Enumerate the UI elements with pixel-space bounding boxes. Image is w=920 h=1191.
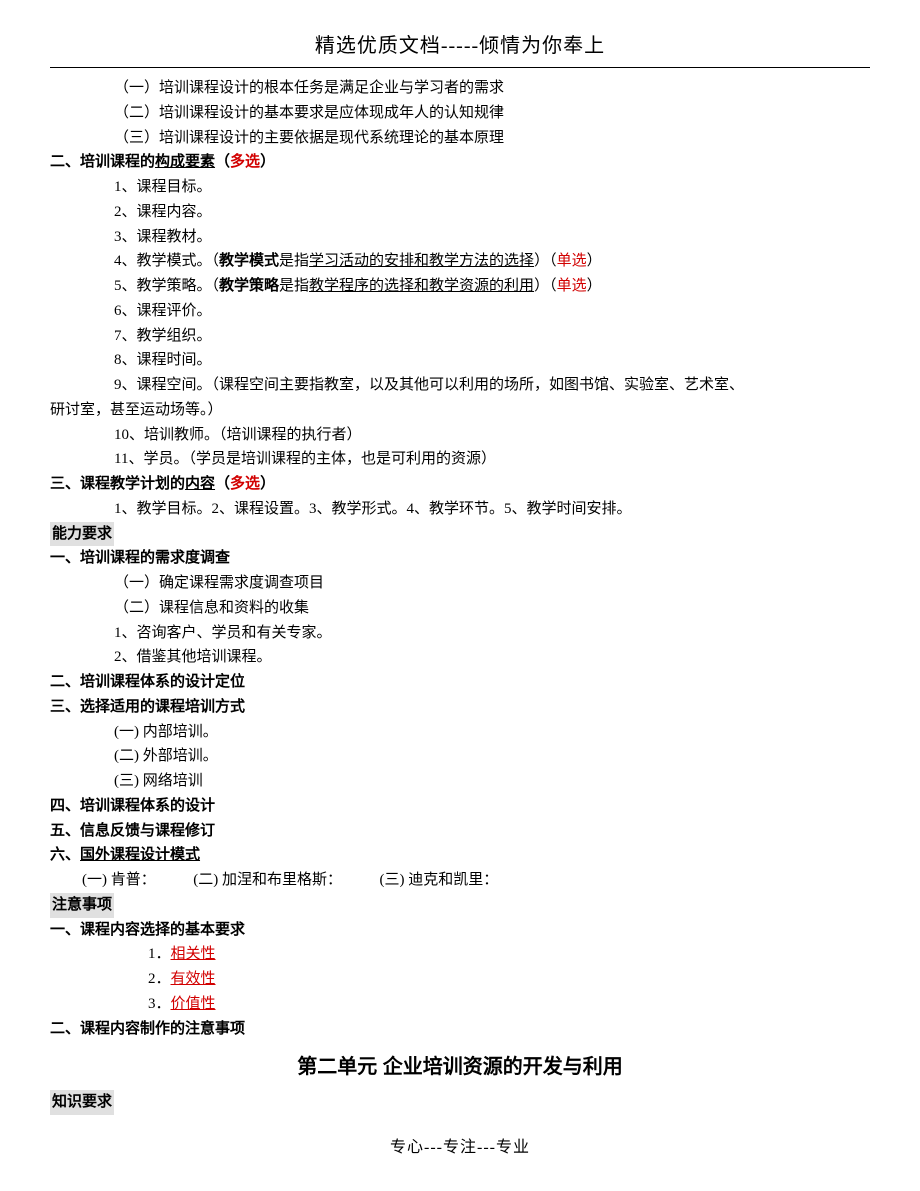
tag-single: 单选 bbox=[557, 278, 587, 294]
text-red: 有效性 bbox=[171, 971, 216, 987]
text: 六、 bbox=[50, 847, 80, 863]
text: 二、培训课程的 bbox=[50, 154, 155, 170]
text: （ bbox=[215, 476, 230, 492]
para-1-3: （三）培训课程设计的主要依据是现代系统理论的基本原理 bbox=[50, 126, 870, 151]
ability-3-3: (三) 网络培训 bbox=[50, 769, 870, 794]
para-1-1: （一）培训课程设计的根本任务是满足企业与学习者的需求 bbox=[50, 76, 870, 101]
heading-ability: 能力要求 bbox=[50, 522, 870, 547]
ability-6: 六、国外课程设计模式 bbox=[50, 843, 870, 868]
text: ） bbox=[587, 278, 602, 294]
text: 2． bbox=[148, 971, 171, 987]
text-underline: 教学程序的选择和教学资源的利用 bbox=[309, 278, 534, 294]
ability-6-list: (一) 肯普： (二) 加涅和布里格斯： (三) 迪克和凯里： bbox=[50, 868, 870, 893]
text-underline: 构成要素 bbox=[155, 154, 215, 170]
ability-1: 一、培训课程的需求度调查 bbox=[50, 546, 870, 571]
item-2-1: 1、课程目标。 bbox=[50, 175, 870, 200]
item-2-9a: 9、课程空间。（课程空间主要指教室，以及其他可以利用的场所，如图书馆、实验室、艺… bbox=[50, 373, 870, 398]
text: 是指 bbox=[279, 278, 309, 294]
heading-knowledge: 知识要求 bbox=[50, 1090, 870, 1115]
text: （ bbox=[215, 154, 230, 170]
item-2-4: 4、教学模式。（教学模式是指学习活动的安排和教学方法的选择）（单选） bbox=[50, 249, 870, 274]
text-bold: 教学模式 bbox=[219, 253, 279, 269]
text: 4、教学模式。（ bbox=[114, 253, 219, 269]
notice-1-2: 2．有效性 bbox=[50, 967, 870, 992]
heading-section-2: 二、培训课程的构成要素（多选） bbox=[50, 150, 870, 175]
text-red: 相关性 bbox=[171, 946, 216, 962]
ability-1-1: （一）确定课程需求度调查项目 bbox=[50, 571, 870, 596]
text-highlight: 注意事项 bbox=[50, 893, 114, 918]
ability-1-2: （二）课程信息和资料的收集 bbox=[50, 596, 870, 621]
text-bold: 教学策略 bbox=[219, 278, 279, 294]
text: 3． bbox=[148, 996, 171, 1012]
document-header: 精选优质文档-----倾情为你奉上 bbox=[50, 30, 870, 68]
text-highlight: 能力要求 bbox=[50, 522, 114, 547]
ability-3-1: (一) 内部培训。 bbox=[50, 720, 870, 745]
text: 是指 bbox=[279, 253, 309, 269]
para-1-2: （二）培训课程设计的基本要求是应体现成年人的认知规律 bbox=[50, 101, 870, 126]
notice-1-3: 3．价值性 bbox=[50, 992, 870, 1017]
text: ）（ bbox=[534, 253, 557, 269]
item-2-10: 10、培训教师。（培训课程的执行者） bbox=[50, 423, 870, 448]
item-2-3: 3、课程教材。 bbox=[50, 225, 870, 250]
ability-2: 二、培训课程体系的设计定位 bbox=[50, 670, 870, 695]
item-2-5: 5、教学策略。（教学策略是指教学程序的选择和教学资源的利用）（单选） bbox=[50, 274, 870, 299]
text-underline: 国外课程设计模式 bbox=[80, 847, 200, 863]
heading-notice: 注意事项 bbox=[50, 893, 870, 918]
text: 三、课程教学计划的 bbox=[50, 476, 185, 492]
document-footer: 专心---专注---专业 bbox=[50, 1115, 870, 1161]
text-highlight: 知识要求 bbox=[50, 1090, 114, 1115]
item-2-2: 2、课程内容。 bbox=[50, 200, 870, 225]
text-underline: 学习活动的安排和教学方法的选择 bbox=[309, 253, 534, 269]
ability-1-3: 1、咨询客户、学员和有关专家。 bbox=[50, 621, 870, 646]
item-2-9b: 研讨室，甚至运动场等。） bbox=[50, 398, 870, 423]
item-2-11: 11、学员。（学员是培训课程的主体，也是可利用的资源） bbox=[50, 447, 870, 472]
ability-3: 三、选择适用的课程培训方式 bbox=[50, 695, 870, 720]
heading-section-3: 三、课程教学计划的内容（多选） bbox=[50, 472, 870, 497]
tag-single: 单选 bbox=[557, 253, 587, 269]
text: ） bbox=[587, 253, 602, 269]
text-underline: 内容 bbox=[185, 476, 215, 492]
ability-4: 四、培训课程体系的设计 bbox=[50, 794, 870, 819]
item-2-6: 6、课程评价。 bbox=[50, 299, 870, 324]
ability-1-4: 2、借鉴其他培训课程。 bbox=[50, 645, 870, 670]
text: ） bbox=[260, 154, 275, 170]
item-2-8: 8、课程时间。 bbox=[50, 348, 870, 373]
item-2-7: 7、教学组织。 bbox=[50, 324, 870, 349]
unit-2-title: 第二单元 企业培训资源的开发与利用 bbox=[50, 1051, 870, 1084]
item-3-list: 1、教学目标。2、课程设置。3、教学形式。4、教学环节。5、教学时间安排。 bbox=[50, 497, 870, 522]
ability-5: 五、信息反馈与课程修订 bbox=[50, 819, 870, 844]
text: ） bbox=[260, 476, 275, 492]
text-red: 价值性 bbox=[171, 996, 216, 1012]
notice-2: 二、课程内容制作的注意事项 bbox=[50, 1017, 870, 1042]
notice-1-1: 1．相关性 bbox=[50, 942, 870, 967]
notice-1: 一、课程内容选择的基本要求 bbox=[50, 918, 870, 943]
ability-3-2: (二) 外部培训。 bbox=[50, 744, 870, 769]
text: 5、教学策略。（ bbox=[114, 278, 219, 294]
tag-multi: 多选 bbox=[230, 154, 260, 170]
tag-multi: 多选 bbox=[230, 476, 260, 492]
text: 1． bbox=[148, 946, 171, 962]
text: ）（ bbox=[534, 278, 557, 294]
